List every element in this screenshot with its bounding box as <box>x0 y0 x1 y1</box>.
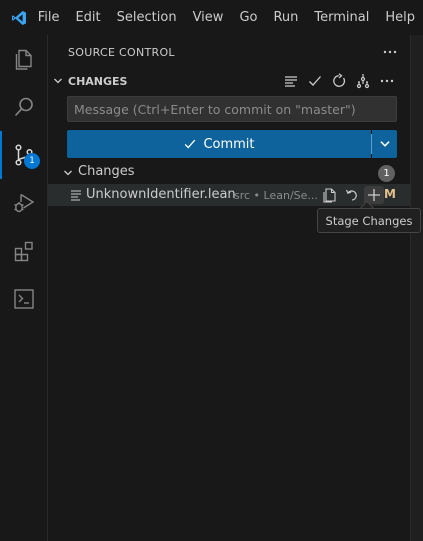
changes-group-label: Changes <box>78 164 135 179</box>
refresh-icon <box>333 73 346 87</box>
file-lines-icon <box>71 190 81 201</box>
commit-button[interactable]: Commit <box>67 130 371 158</box>
menu-terminal[interactable]: Terminal <box>306 0 377 35</box>
changes-count-badge: 1 <box>378 165 395 182</box>
source-control-sidebar: SOURCE CONTROL CHANGES Message (Ctrl+Ent… <box>48 35 410 541</box>
menu-run[interactable]: Run <box>265 0 306 35</box>
source-control-badge: 1 <box>24 153 40 169</box>
menu-help[interactable]: Help <box>377 0 423 35</box>
section-actions <box>282 72 396 90</box>
activity-extensions[interactable] <box>0 227 48 275</box>
title-bar: File Edit Selection View Go Run Terminal… <box>0 0 423 35</box>
chevron-down-icon <box>60 165 76 181</box>
menu-file[interactable]: File <box>38 0 68 35</box>
menu-selection[interactable]: Selection <box>109 0 185 35</box>
changed-file-row[interactable]: UnknownIdentifier.lean src • Lean/Se... … <box>48 184 410 206</box>
refresh-button[interactable] <box>330 72 348 90</box>
graph-icon <box>356 74 370 89</box>
sidebar-title: SOURCE CONTROL <box>68 46 175 59</box>
chevron-down-icon <box>48 70 68 92</box>
changes-section-header[interactable]: CHANGES <box>48 70 410 92</box>
list-icon <box>285 76 297 87</box>
open-file-button[interactable] <box>320 186 340 204</box>
chevron-down-icon <box>379 141 390 147</box>
go-to-file-icon <box>323 188 336 203</box>
commit-message-input[interactable] <box>67 96 397 122</box>
file-name: UnknownIdentifier.lean <box>86 187 236 202</box>
section-more-button[interactable] <box>378 72 396 90</box>
file-actions <box>320 186 384 204</box>
check-icon <box>309 76 321 86</box>
menu-edit[interactable]: Edit <box>67 0 108 35</box>
activity-run-debug[interactable] <box>0 179 48 227</box>
ellipsis-icon <box>383 50 397 54</box>
ellipsis-icon <box>380 79 394 83</box>
activity-bar: 1 <box>0 35 48 541</box>
commit-check-button[interactable] <box>306 72 324 90</box>
editor-area-edge <box>410 35 423 541</box>
section-title: CHANGES <box>68 74 128 88</box>
files-icon <box>15 49 32 70</box>
changes-group-header[interactable]: Changes 1 <box>48 162 410 184</box>
activity-source-control[interactable]: 1 <box>0 131 48 179</box>
sidebar-header: SOURCE CONTROL <box>48 35 410 70</box>
more-actions-button[interactable] <box>382 44 398 60</box>
stage-changes-tooltip: Stage Changes <box>317 208 421 233</box>
check-icon <box>185 139 196 149</box>
commit-button-label: Commit <box>203 136 255 152</box>
discard-icon <box>345 189 357 201</box>
terminal-icon <box>14 289 34 309</box>
modified-status-letter: M <box>384 187 396 201</box>
activity-terminal[interactable] <box>0 275 48 323</box>
extensions-icon <box>14 241 33 262</box>
discard-changes-button[interactable] <box>342 186 362 204</box>
menu-bar: File Edit Selection View Go Run Terminal… <box>38 0 423 35</box>
search-icon <box>14 97 33 117</box>
vscode-logo-icon <box>0 0 38 35</box>
view-as-list-button[interactable] <box>282 72 300 90</box>
commit-dropdown-button[interactable] <box>372 130 397 158</box>
branch-graph-button[interactable] <box>354 72 372 90</box>
menu-go[interactable]: Go <box>231 0 265 35</box>
run-debug-icon <box>14 193 35 213</box>
menu-view[interactable]: View <box>185 0 232 35</box>
tooltip-text: Stage Changes <box>325 213 413 228</box>
plus-icon <box>368 189 380 201</box>
activity-explorer[interactable] <box>0 35 48 83</box>
activity-search[interactable] <box>0 83 48 131</box>
file-path-description: src • Lean/Se... <box>234 189 318 202</box>
